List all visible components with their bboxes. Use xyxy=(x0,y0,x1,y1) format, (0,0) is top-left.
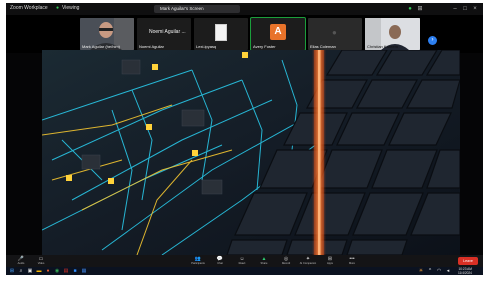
browser-icon[interactable]: ● xyxy=(45,268,51,274)
windows-start-icon[interactable]: ⊞ xyxy=(9,268,15,274)
participant-tile[interactable]: ● Elias Coleman xyxy=(308,18,362,50)
apps-label: Apps xyxy=(327,262,333,265)
participant-name: Christian Kareem xyxy=(367,44,398,49)
chat-label: Chat xyxy=(217,262,223,265)
share-status[interactable]: Viewing xyxy=(62,5,79,11)
chevron-up-icon[interactable]: ^ xyxy=(427,268,433,274)
maximize-icon[interactable]: □ xyxy=(461,5,469,13)
teams-icon[interactable]: ▦ xyxy=(81,268,87,274)
pdf-icon[interactable]: ▤ xyxy=(63,268,69,274)
shared-screen xyxy=(42,50,460,255)
task-view-icon[interactable]: ▣ xyxy=(27,268,33,274)
participants-label: Participants xyxy=(191,262,205,265)
leave-button[interactable]: Leave xyxy=(458,257,478,265)
top-bar: Zoom Workplace ● Viewing Mark Aguilar's … xyxy=(6,3,483,15)
speaker-icon[interactable]: ◂ xyxy=(445,268,451,274)
weather-icon: ☀ xyxy=(418,268,424,274)
participant-tile[interactable]: Mark Aguilar (he/him) xyxy=(80,18,134,50)
meeting-toolbar: 🎤 Audio ▭ Video 👥 Participants 💬 Chat ☺ … xyxy=(6,255,483,267)
record-label: Record xyxy=(281,262,291,265)
view-icon[interactable]: ⊞ xyxy=(416,5,424,13)
clock-date: 11/4/2024 xyxy=(458,271,472,275)
participant-tile[interactable]: Lexi-ipyasq xyxy=(194,18,248,50)
more-label: More xyxy=(349,262,355,265)
next-participants-arrow-icon[interactable]: › xyxy=(428,36,437,45)
chat-button[interactable]: 💬 Chat xyxy=(211,256,229,267)
close-icon[interactable]: × xyxy=(471,5,479,13)
shield-icon: ● xyxy=(56,5,60,11)
participant-tile-active[interactable]: A Avery Foster xyxy=(250,17,306,51)
shared-screen-image xyxy=(42,50,460,255)
audio-button[interactable]: 🎤 Audio xyxy=(12,256,30,267)
video-button[interactable]: ▭ Video xyxy=(32,256,50,267)
more-button[interactable]: ••• More xyxy=(343,256,361,267)
apps-button[interactable]: ⊞ Apps xyxy=(321,256,339,267)
react-label: React xyxy=(238,262,246,265)
search-icon[interactable]: ⌕ xyxy=(18,268,24,274)
video-label: Video xyxy=(37,262,45,265)
wifi-icon[interactable]: ◠ xyxy=(436,268,442,274)
user-icon: ● xyxy=(332,28,337,37)
zoom-meeting-window: Zoom Workplace ● Viewing Mark Aguilar's … xyxy=(6,3,483,275)
record-button[interactable]: ◎ Record xyxy=(277,256,295,267)
share-button[interactable]: ▲ Share xyxy=(255,256,273,267)
participants-button[interactable]: 👥 Participants xyxy=(189,256,207,267)
participant-name: Avery Foster xyxy=(253,44,276,49)
react-button[interactable]: ☺ React xyxy=(233,256,251,267)
windows-taskbar: ⊞ ⌕ ▣ ▬ ● ◉ ▤ ■ ▦ ☀ ^ ◠ ◂ 10:23 AM 11/4/… xyxy=(6,267,483,275)
participant-tile[interactable]: Noemi Aguilar ... Noemi Aguilar xyxy=(137,18,191,50)
participant-tile[interactable]: Christian Kareem xyxy=(365,18,420,50)
participant-name: Noemi Aguilar xyxy=(139,44,164,49)
file-explorer-icon[interactable]: ▬ xyxy=(36,268,42,274)
zoom-icon[interactable]: ■ xyxy=(72,268,78,274)
app-label: Zoom Workplace xyxy=(10,5,48,11)
participant-name: Lexi-ipyasq xyxy=(196,44,217,49)
participant-name: Elias Coleman xyxy=(310,44,336,49)
participant-strip: Mark Aguilar (he/him) Noemi Aguilar ... … xyxy=(6,15,483,53)
participant-name: Mark Aguilar (he/him) xyxy=(82,44,121,49)
status-icon: ● xyxy=(408,6,412,12)
ai-companion-label: AI Companion xyxy=(299,262,317,265)
system-clock[interactable]: 10:23 AM 11/4/2024 xyxy=(458,267,472,275)
avatar: A xyxy=(270,24,286,40)
share-label: Share xyxy=(260,262,268,265)
minimize-icon[interactable]: – xyxy=(451,5,459,13)
chrome-icon[interactable]: ◉ xyxy=(54,268,60,274)
document-icon xyxy=(215,24,227,41)
ai-companion-button[interactable]: ✦ AI Companion xyxy=(299,256,317,267)
presenter-title[interactable]: Mark Aguilar's Screen xyxy=(154,5,240,13)
participant-display-label: Noemi Aguilar ... xyxy=(149,29,186,35)
audio-label: Audio xyxy=(17,262,25,265)
